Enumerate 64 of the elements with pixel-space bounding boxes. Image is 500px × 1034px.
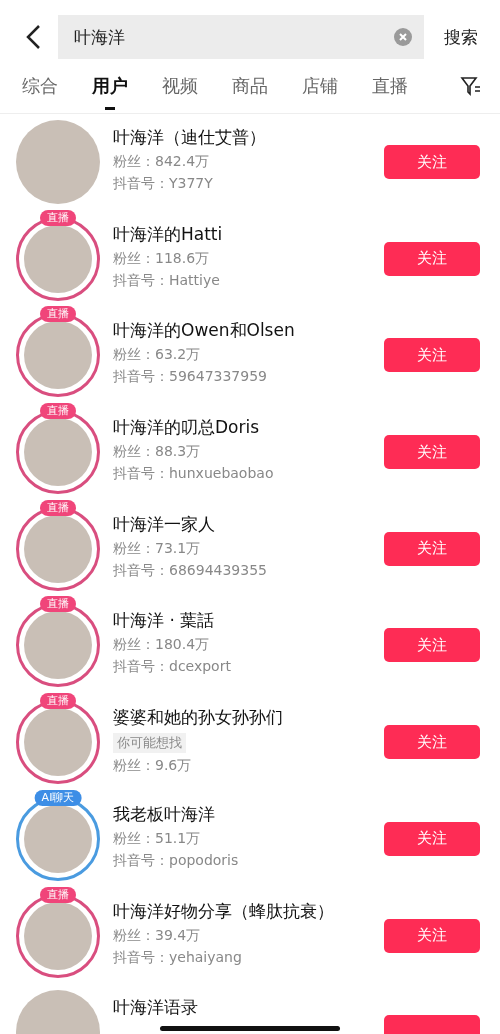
avatar-photo-placeholder[interactable]: [24, 514, 92, 583]
follower-count: 粉丝：180.4万: [113, 636, 211, 655]
avatar-photo-placeholder[interactable]: [24, 901, 92, 970]
status-badge: 直播: [40, 403, 76, 420]
account-id: 抖音号：dcexport: [113, 658, 232, 677]
avatar-photo-placeholder[interactable]: [24, 321, 92, 390]
user-name: 叶海洋的Hatti: [113, 222, 224, 246]
user-name: 叶海洋语录: [113, 996, 199, 1020]
user-name: 叶海洋好物分享（蜂肽抗衰）: [113, 899, 335, 923]
tab[interactable]: 直播: [372, 62, 408, 110]
account-id: 抖音号：popodoris: [113, 851, 240, 870]
user-name: 叶海洋（迪仕艾普）: [113, 126, 267, 149]
follower-count: 粉丝：88.3万: [113, 443, 202, 462]
suggestion-tag: 你可能想找: [113, 733, 186, 754]
user-name: 叶海洋的Owen和Olsen: [113, 319, 296, 343]
tab[interactable]: 视频: [162, 62, 198, 110]
avatar-photo-placeholder[interactable]: [24, 224, 92, 293]
avatar-photo-placeholder[interactable]: [24, 804, 92, 873]
user-name: 叶海洋的叨总Doris: [113, 416, 261, 440]
follower-count: 粉丝：63.2万: [113, 346, 202, 365]
clear-icon[interactable]: [394, 28, 412, 46]
user-name: 我老板叶海洋: [113, 802, 216, 826]
status-badge: AI聊天: [34, 789, 82, 806]
status-badge: 直播: [40, 596, 76, 613]
follow-button[interactable]: 关注: [384, 435, 480, 470]
status-badge: 直播: [40, 306, 76, 323]
tab[interactable]: 综合: [22, 62, 58, 110]
account-id: 抖音号：68694439355: [113, 561, 268, 580]
account-id: 抖音号：yehaiyang: [113, 948, 243, 967]
status-badge: 直播: [40, 886, 76, 903]
follower-count: 粉丝：118.6万: [113, 249, 211, 268]
filter-icon[interactable]: [460, 76, 482, 96]
follower-count: 粉丝：9.6万: [113, 757, 193, 776]
user-name: 叶海洋一家人: [113, 512, 216, 536]
status-badge: 直播: [40, 209, 76, 226]
account-id: 抖音号：Hattiye: [113, 271, 221, 290]
tab[interactable]: 商品: [232, 62, 268, 110]
follow-button[interactable]: 关注: [384, 725, 480, 760]
user-name: 叶海洋 · 葉話: [113, 609, 216, 633]
tab[interactable]: 用户: [92, 62, 128, 110]
follow-button[interactable]: 关注: [384, 821, 480, 856]
account-id: 抖音号：hunxuebaobao: [113, 465, 275, 484]
back-icon[interactable]: [24, 24, 42, 50]
account-id: 抖音号：59647337959: [113, 368, 268, 387]
follower-count: 粉丝：51.1万: [113, 829, 202, 848]
follow-button[interactable]: 关注: [384, 628, 480, 663]
follow-button[interactable]: 关注: [384, 531, 480, 566]
status-badge: 直播: [40, 499, 76, 516]
follow-button[interactable]: 关注: [384, 918, 480, 953]
search-field[interactable]: 叶海洋: [58, 15, 424, 59]
search-button[interactable]: 搜索: [444, 25, 478, 49]
follower-count: 粉丝：39.4万: [113, 926, 202, 945]
follow-button[interactable]: 关注: [384, 241, 480, 276]
status-badge: 直播: [40, 693, 76, 710]
follow-button[interactable]: 关注: [384, 338, 480, 373]
user-name: 婆婆和她的孙女孙孙们: [113, 706, 284, 730]
avatar-photo-placeholder[interactable]: [24, 611, 92, 680]
tab[interactable]: 店铺: [302, 62, 338, 110]
account-id: 抖音号：Y377Y: [113, 175, 214, 193]
follow-button[interactable]: 关注: [384, 145, 480, 179]
avatar-photo-placeholder[interactable]: [24, 708, 92, 777]
follower-count: 粉丝：73.1万: [113, 539, 202, 558]
avatar-photo-placeholder[interactable]: [24, 418, 92, 487]
follower-count: 粉丝：842.4万: [113, 153, 211, 171]
